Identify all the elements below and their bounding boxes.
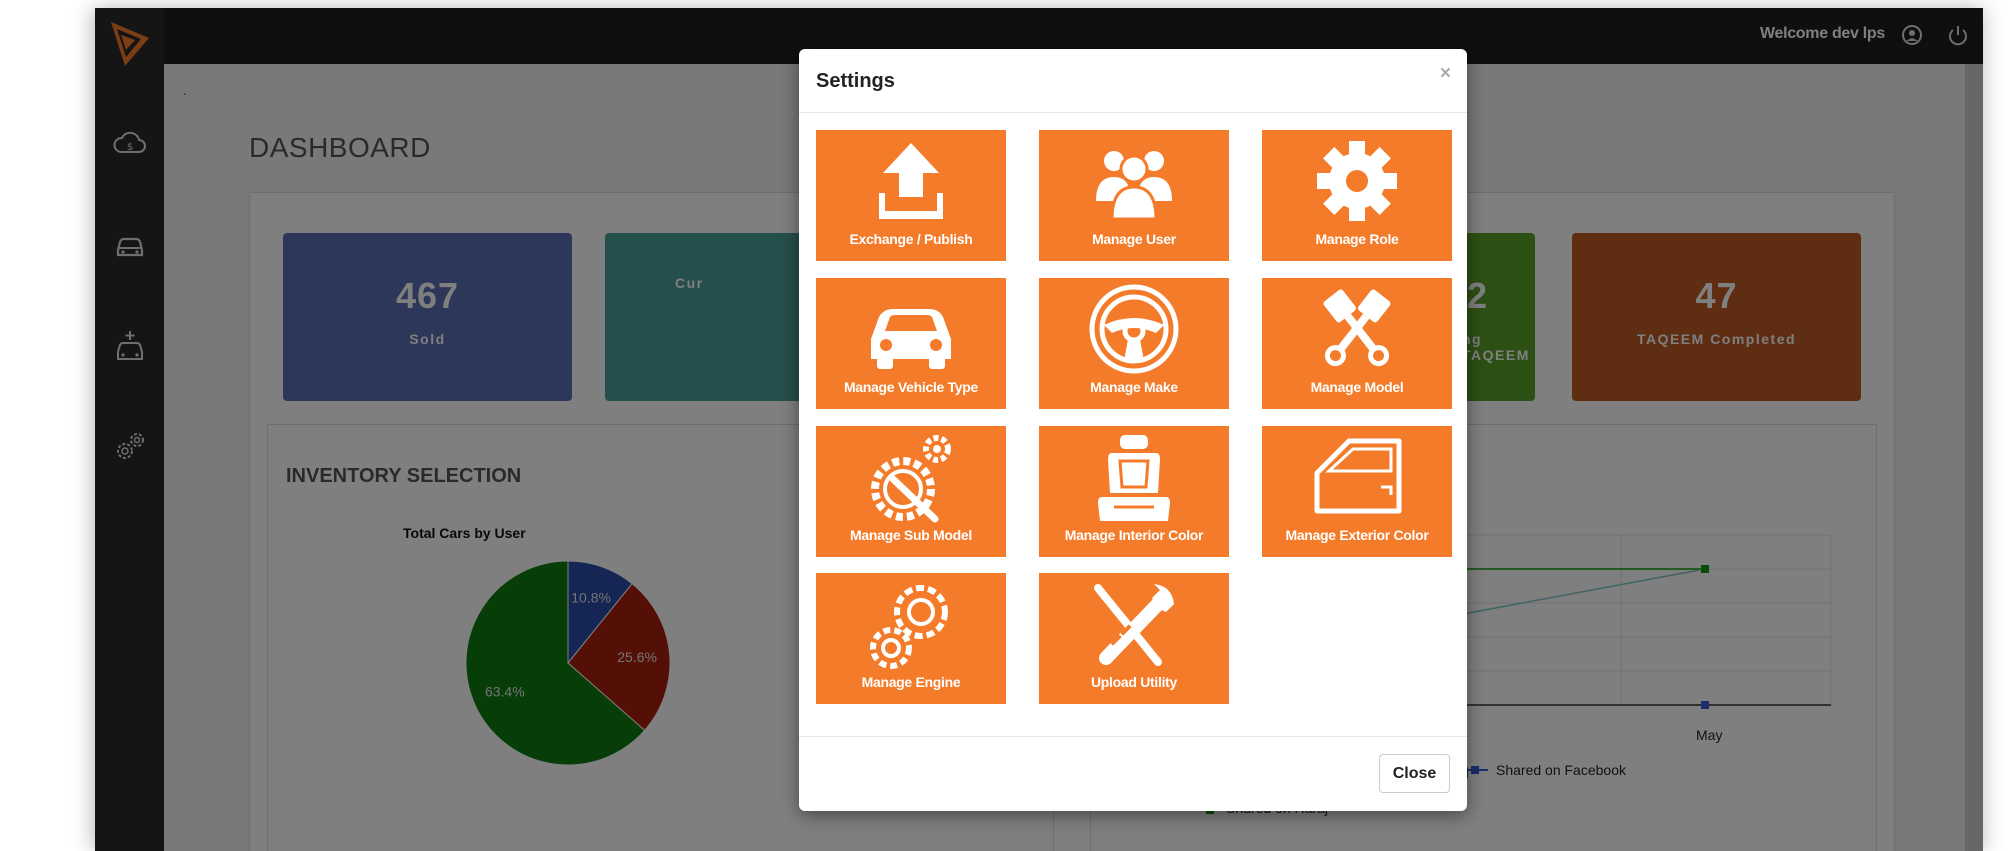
tools-icon <box>1094 584 1174 666</box>
tile-exchange-publish[interactable]: Exchange / Publish <box>816 130 1006 261</box>
tile-upload-utility[interactable]: Upload Utility <box>1039 573 1229 704</box>
tile-manage-sub-model[interactable]: Manage Sub Model <box>816 426 1006 557</box>
settings-modal: Settings × Exchange / Publish Manage Use… <box>799 49 1467 811</box>
tile-label: Upload Utility <box>1090 674 1178 690</box>
steering-wheel-icon <box>1089 284 1179 374</box>
tile-manage-user[interactable]: Manage User <box>1039 130 1229 261</box>
tile-label: Manage Make <box>1090 379 1178 395</box>
tile-manage-engine[interactable]: Manage Engine <box>816 573 1006 704</box>
tile-manage-exterior-color[interactable]: Manage Exterior Color <box>1262 426 1452 557</box>
tile-label: Manage Vehicle Type <box>843 379 979 395</box>
tile-label: Manage Role <box>1315 231 1399 247</box>
tile-label: Exchange / Publish <box>849 231 973 247</box>
users-icon <box>1096 151 1172 221</box>
close-button[interactable]: Close <box>1379 754 1450 793</box>
tile-manage-interior-color[interactable]: Manage Interior Color <box>1039 426 1229 557</box>
tile-label: Manage Sub Model <box>850 527 972 543</box>
upload-icon <box>879 143 943 219</box>
modal-footer: Close <box>799 736 1467 811</box>
modal-header: Settings × <box>799 49 1467 113</box>
car-seat-icon <box>1098 435 1170 521</box>
tile-label: Manage Model <box>1310 379 1404 395</box>
tile-label: Manage Exterior Color <box>1285 527 1429 543</box>
gear-icon <box>1317 141 1397 221</box>
tile-manage-model[interactable]: Manage Model <box>1262 278 1452 409</box>
gear-wrench-icon <box>871 435 951 523</box>
close-icon[interactable]: × <box>1440 63 1451 85</box>
car-icon <box>871 309 951 369</box>
gears-icon <box>870 585 948 669</box>
pistons-icon <box>1323 289 1391 367</box>
tile-manage-make[interactable]: Manage Make <box>1039 278 1229 409</box>
tile-manage-vehicle-type[interactable]: Manage Vehicle Type <box>816 278 1006 409</box>
modal-title: Settings <box>816 70 895 92</box>
tile-manage-role[interactable]: Manage Role <box>1262 130 1452 261</box>
app-window: $ Welcome dev lps <box>95 8 1983 851</box>
tile-label: Manage User <box>1092 231 1176 247</box>
tile-label: Manage Interior Color <box>1064 527 1204 543</box>
tile-label: Manage Engine <box>861 674 961 690</box>
car-door-icon <box>1314 438 1402 514</box>
